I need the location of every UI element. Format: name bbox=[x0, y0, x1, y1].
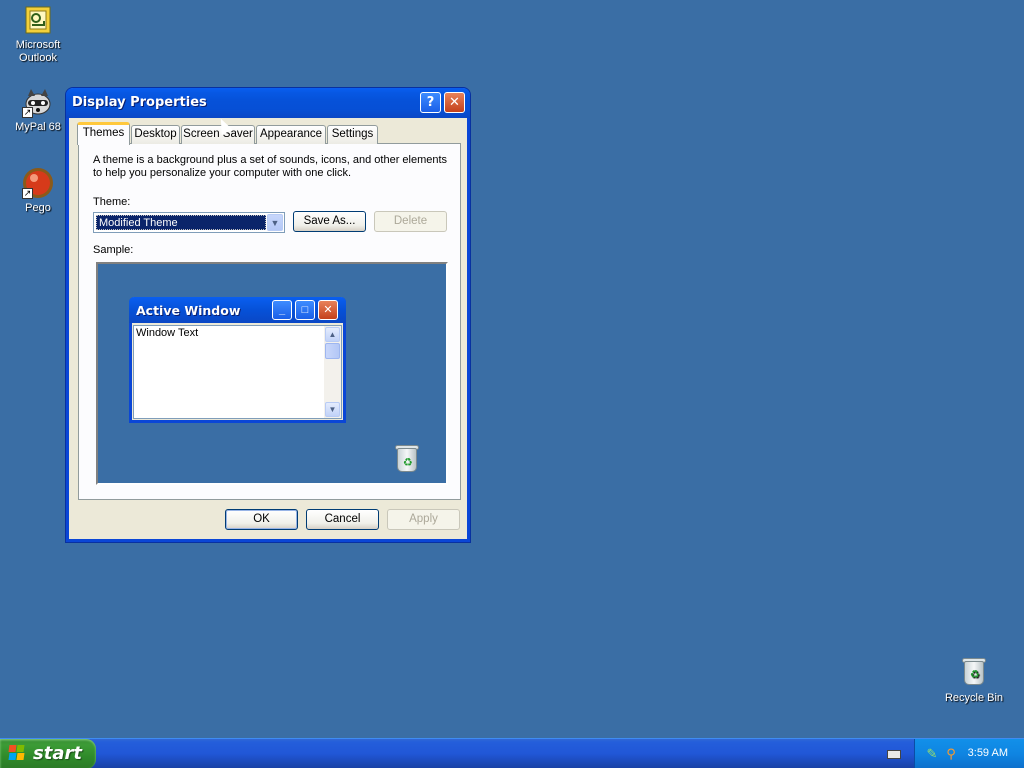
pego-red-ball-icon: ↗ bbox=[22, 167, 54, 199]
taskbar: start ✎ ⚲ 3:59 AM bbox=[0, 738, 1024, 768]
tab-appearance[interactable]: Appearance bbox=[256, 125, 326, 144]
sample-scrollbar: ▲ ▼ bbox=[324, 326, 341, 418]
close-icon: ✕ bbox=[318, 300, 338, 320]
dialog-title: Display Properties bbox=[72, 95, 207, 110]
cancel-button[interactable]: Cancel bbox=[306, 509, 379, 530]
shortcut-arrow-icon: ↗ bbox=[22, 107, 33, 118]
sample-recycle-bin-icon: ♻ bbox=[394, 444, 420, 474]
theme-label: Theme: bbox=[93, 196, 131, 208]
display-properties-dialog: Display Properties ? ✕ A theme is a back… bbox=[66, 88, 470, 542]
tab-settings[interactable]: Settings bbox=[327, 125, 378, 144]
mypal-raccoon-icon: ↗ bbox=[22, 86, 54, 118]
desktop-icon-pego[interactable]: ↗ Pego bbox=[0, 167, 76, 215]
close-button[interactable]: ✕ bbox=[444, 92, 465, 113]
maximize-icon: □ bbox=[295, 300, 315, 320]
sample-window-text: Window Text bbox=[136, 327, 199, 339]
sample-window-titlebar: Active Window _ □ ✕ bbox=[129, 297, 346, 323]
shortcut-arrow-icon: ↗ bbox=[22, 188, 33, 199]
desktop-icon-microsoft-outlook[interactable]: Microsoft Outlook bbox=[0, 4, 76, 65]
theme-dropdown-value: Modified Theme bbox=[96, 215, 266, 230]
ok-button[interactable]: OK bbox=[225, 509, 298, 530]
minimize-icon: _ bbox=[272, 300, 292, 320]
scroll-up-icon: ▲ bbox=[325, 327, 340, 342]
apply-button[interactable]: Apply bbox=[387, 509, 460, 530]
tab-desktop[interactable]: Desktop bbox=[131, 125, 180, 144]
themes-description: A theme is a background plus a set of so… bbox=[93, 154, 448, 179]
theme-sample-preview: Active Window _ □ ✕ Window Text ▲ ▼ ♻ bbox=[96, 262, 448, 485]
windows-flag-icon bbox=[8, 745, 26, 762]
delete-button[interactable]: Delete bbox=[374, 211, 447, 232]
theme-dropdown[interactable]: Modified Theme ▼ bbox=[93, 212, 285, 233]
desktop-icon-label: Recycle Bin bbox=[944, 692, 1004, 704]
themes-panel: A theme is a background plus a set of so… bbox=[78, 143, 461, 500]
desktop-icon-label: Outlook bbox=[19, 52, 57, 64]
scroll-down-icon: ▼ bbox=[325, 402, 340, 417]
scroll-thumb bbox=[325, 343, 340, 359]
tab-themes[interactable]: Themes bbox=[77, 122, 130, 145]
desktop-icon-recycle-bin[interactable]: ♻ Recycle Bin bbox=[936, 657, 1012, 705]
dialog-titlebar[interactable]: Display Properties ? ✕ bbox=[66, 88, 470, 118]
system-tray: ✎ ⚲ 3:59 AM bbox=[914, 739, 1024, 768]
desktop-icon-label: Pego bbox=[25, 202, 51, 214]
sample-label: Sample: bbox=[93, 244, 134, 256]
keyboard-language-icon[interactable] bbox=[887, 750, 901, 759]
network-icon[interactable]: ✎ bbox=[924, 746, 940, 762]
desktop-icon-mypal-68[interactable]: ↗ MyPal 68 bbox=[0, 86, 76, 134]
desktop-icon-label: Microsoft bbox=[15, 39, 61, 51]
start-button[interactable]: start bbox=[0, 739, 96, 768]
search-icon[interactable]: ⚲ bbox=[943, 746, 959, 762]
clock[interactable]: 3:59 AM bbox=[968, 747, 1008, 759]
sample-window-title: Active Window bbox=[136, 303, 241, 318]
chevron-down-icon[interactable]: ▼ bbox=[267, 214, 283, 231]
sample-active-window: Active Window _ □ ✕ Window Text ▲ ▼ bbox=[129, 297, 346, 423]
save-as-button[interactable]: Save As... bbox=[293, 211, 366, 232]
start-label: start bbox=[33, 743, 82, 764]
recycle-bin-icon: ♻ bbox=[958, 657, 990, 689]
help-button[interactable]: ? bbox=[420, 92, 441, 113]
desktop-icon-label: MyPal 68 bbox=[15, 121, 61, 133]
outlook-icon bbox=[22, 4, 54, 36]
sample-window-body: Window Text ▲ ▼ bbox=[133, 325, 342, 419]
